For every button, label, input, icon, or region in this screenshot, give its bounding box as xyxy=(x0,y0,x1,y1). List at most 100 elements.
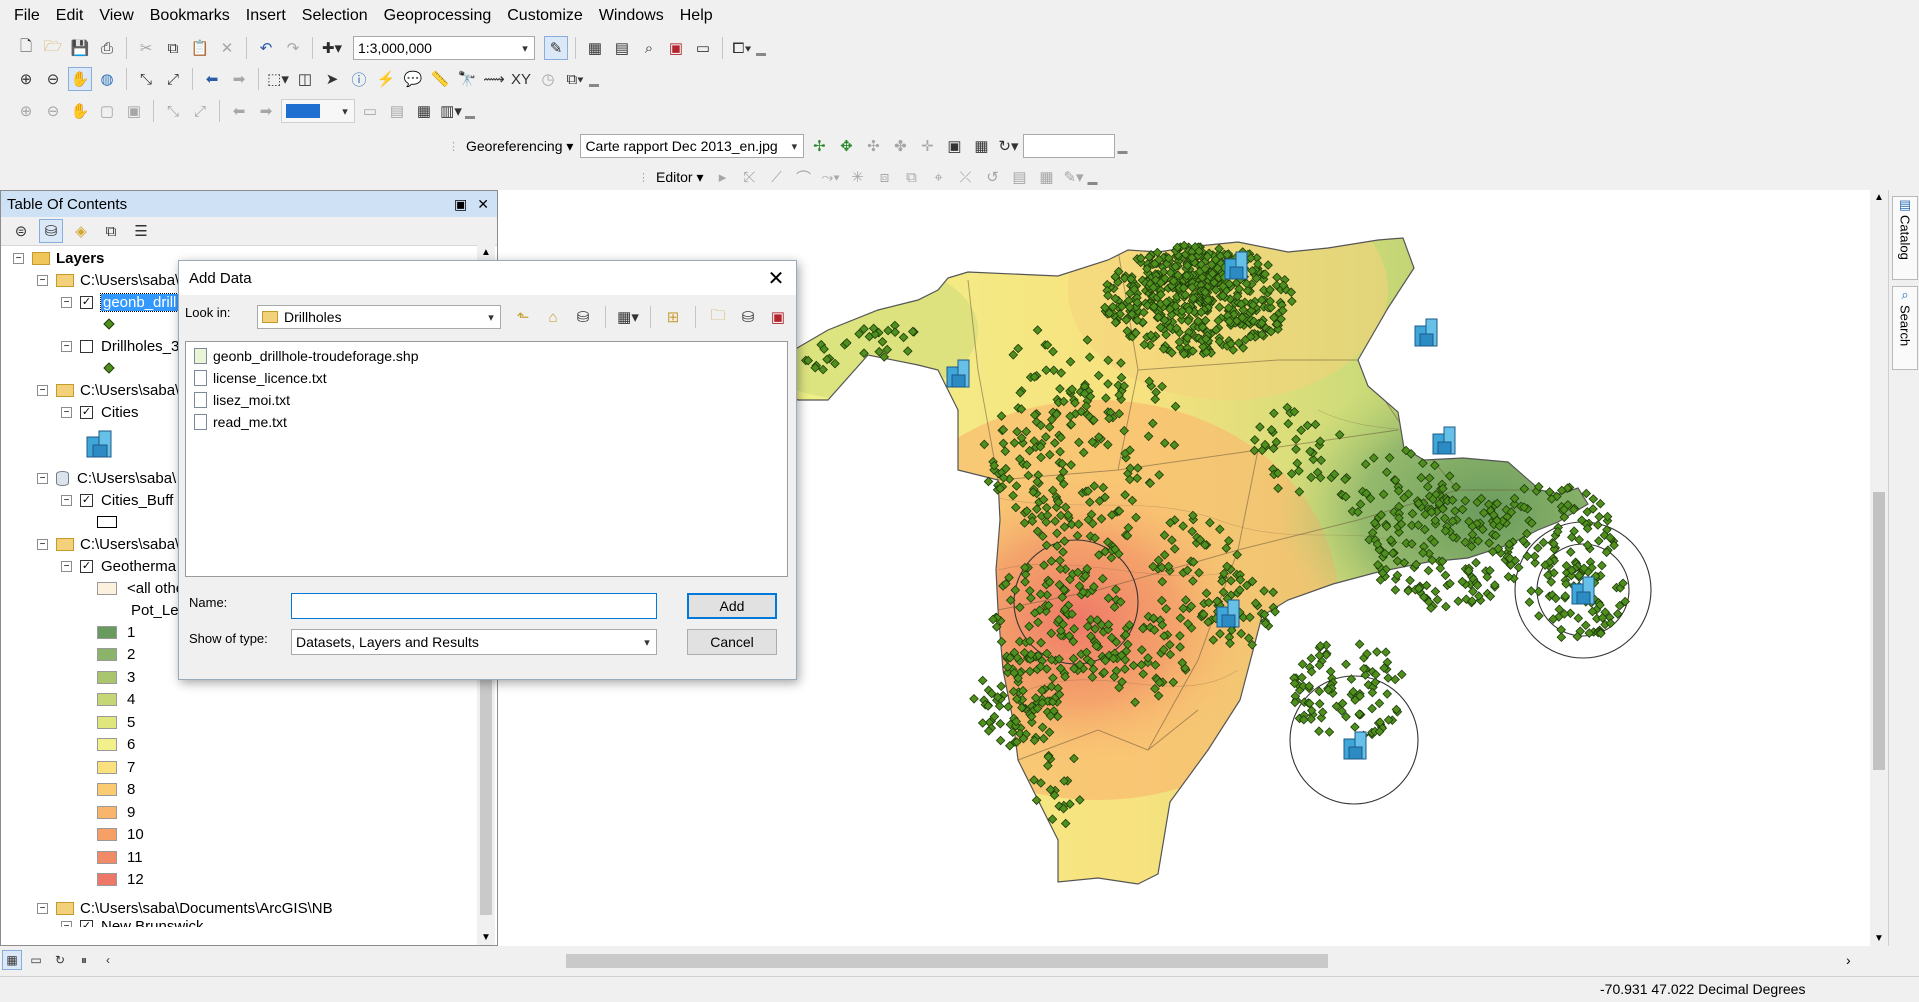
trace-icon[interactable]: ⤳▾ xyxy=(819,165,843,189)
select-features-icon[interactable]: ⬚▾ xyxy=(266,67,290,91)
options-icon[interactable]: ☰ xyxy=(129,219,153,243)
layers-group-row[interactable]: − Layers xyxy=(13,247,104,269)
close-icon[interactable]: ✕ xyxy=(756,266,796,291)
scroll-up-icon[interactable]: ▲ xyxy=(1870,192,1888,203)
menu-selection[interactable]: Selection xyxy=(294,0,376,32)
edit-annotation-icon[interactable]: ⤪ xyxy=(738,165,762,189)
end-point-arc-icon[interactable]: ⌒ xyxy=(792,165,816,189)
collapse-icon[interactable]: − xyxy=(37,472,48,484)
layer-name[interactable]: Cities xyxy=(101,404,139,421)
toolbar-grip[interactable]: ▬ xyxy=(756,37,766,59)
add-control-points-icon[interactable]: ✢ xyxy=(807,134,831,158)
collapse-icon[interactable]: − xyxy=(37,538,48,550)
toolbar-grip[interactable]: ▬ xyxy=(589,68,599,90)
go-to-default-gdb-icon[interactable]: ⛁ xyxy=(571,305,595,329)
viewer-window-icon[interactable]: ⧉▾ xyxy=(563,67,587,91)
point-icon[interactable]: ✳ xyxy=(846,165,870,189)
editor-toolbar-icon[interactable]: ✎ xyxy=(544,36,568,60)
list-by-source-icon[interactable]: ⛁ xyxy=(39,219,63,243)
toolbar-grip[interactable]: ⋮ xyxy=(448,140,459,153)
python-window-icon[interactable]: ▭ xyxy=(691,36,715,60)
toc-folder-row[interactable]: − C:\Users\saba\ xyxy=(37,533,179,555)
list-by-selection-icon[interactable]: ⧉ xyxy=(99,219,123,243)
collapse-icon[interactable]: − xyxy=(61,340,72,352)
undo-icon[interactable]: ↶ xyxy=(254,36,278,60)
layout-fixed-out-icon[interactable]: ⤢ xyxy=(188,99,212,123)
toc-layer-row[interactable]: − ✓ New Brunswick xyxy=(61,915,204,927)
layer-visibility-checkbox[interactable]: ✓ xyxy=(80,295,93,309)
scroll-thumb[interactable] xyxy=(1873,492,1885,770)
menu-insert[interactable]: Insert xyxy=(238,0,294,32)
open-folder-icon[interactable]: 🗁 xyxy=(41,36,65,60)
catalog-icon[interactable]: ▤ xyxy=(610,36,634,60)
data-driven-pages-icon[interactable]: ▥▾ xyxy=(439,99,463,123)
collapse-icon[interactable]: − xyxy=(61,920,72,927)
toolbar-grip[interactable]: ▬ xyxy=(1117,135,1127,157)
menu-edit[interactable]: Edit xyxy=(48,0,92,32)
menu-bookmarks[interactable]: Bookmarks xyxy=(142,0,238,32)
toc-layer-row[interactable]: − ✓ Geotherma xyxy=(61,555,176,577)
cancel-button[interactable]: Cancel xyxy=(687,629,777,655)
paste-icon[interactable]: 📋 xyxy=(188,36,212,60)
zoom-whole-page-icon[interactable]: ▢ xyxy=(95,99,119,123)
layer-name[interactable]: Drillholes_3 xyxy=(101,338,179,355)
link-table-icon[interactable]: ▦ xyxy=(969,134,993,158)
menu-windows[interactable]: Windows xyxy=(591,0,672,32)
auto-hide-icon[interactable]: ▣ xyxy=(454,196,467,213)
toc-layer-row[interactable]: − Drillholes_3 xyxy=(61,335,179,357)
new-document-icon[interactable]: 🗋 xyxy=(14,36,38,60)
find-route-icon[interactable]: ⟿ xyxy=(482,67,506,91)
pause-drawing-icon[interactable]: ⏸ xyxy=(74,950,94,970)
collapse-icon[interactable]: − xyxy=(61,560,72,572)
layer-visibility-checkbox[interactable]: ✓ xyxy=(80,919,93,927)
toolbox-icon[interactable]: ▣ xyxy=(664,36,688,60)
edit-vertices-icon[interactable]: ⧈ xyxy=(873,165,897,189)
html-popup-icon[interactable]: 💬 xyxy=(401,67,425,91)
home-icon[interactable]: ⌂ xyxy=(541,305,565,329)
toc-layer-row[interactable]: − ✓ Cities xyxy=(61,401,139,423)
layer-visibility-checkbox[interactable]: ✓ xyxy=(80,559,93,573)
name-input[interactable] xyxy=(291,593,657,619)
toc-layer-row[interactable]: − ✓ geonb_drill xyxy=(61,291,180,313)
auto-registration-icon[interactable]: ✥ xyxy=(834,134,858,158)
connect-folder-icon[interactable]: ⊞ xyxy=(661,305,685,329)
layout-pan-icon[interactable]: ✋ xyxy=(68,99,92,123)
straight-segment-icon[interactable]: ⟋ xyxy=(765,165,789,189)
scroll-down-icon[interactable]: ▼ xyxy=(477,932,495,943)
search-tab[interactable]: ⌕ Search xyxy=(1892,286,1918,370)
scroll-left-icon[interactable]: ‹ xyxy=(98,950,118,970)
menu-view[interactable]: View xyxy=(91,0,141,32)
layer-name[interactable]: Cities_Buff xyxy=(101,492,173,509)
collapse-icon[interactable]: − xyxy=(61,296,72,308)
toc-layer-row[interactable]: − ✓ Cities_Buff xyxy=(61,489,173,511)
catalog-tab[interactable]: ▤ Catalog xyxy=(1892,196,1918,280)
horizontal-scroll-thumb[interactable] xyxy=(566,954,1328,968)
file-list[interactable]: geonb_drillhole-troudeforage.shp license… xyxy=(185,341,788,577)
layout-zoom-combo[interactable]: ▾ xyxy=(281,99,355,123)
create-features-icon[interactable]: ✎▾ xyxy=(1062,165,1086,189)
new-gdb-icon[interactable]: ⛁ xyxy=(736,305,760,329)
layer-visibility-checkbox[interactable]: ✓ xyxy=(80,493,93,507)
layer-name[interactable]: New Brunswick xyxy=(101,918,204,928)
editor-menu[interactable]: Editor ▾ xyxy=(652,169,708,186)
find-icon[interactable]: 🔭 xyxy=(455,67,479,91)
add-button[interactable]: Add xyxy=(687,593,777,619)
go-to-xy-icon[interactable]: XY xyxy=(509,67,533,91)
rotate-angle-input[interactable] xyxy=(1023,134,1116,158)
layout-zoom-in-icon[interactable]: ⊕ xyxy=(14,99,38,123)
edit-tool-icon[interactable]: ▸ xyxy=(711,165,735,189)
zoom-100-icon[interactable]: ▣ xyxy=(122,99,146,123)
georeferencing-menu[interactable]: Georeferencing ▾ xyxy=(462,138,577,155)
zoom-to-link-icon[interactable]: ✤ xyxy=(888,134,912,158)
print-icon[interactable]: ⎙ xyxy=(95,36,119,60)
layout-back-icon[interactable]: ⬅ xyxy=(227,99,251,123)
pan-icon[interactable]: ✋ xyxy=(68,67,92,91)
layer-name[interactable]: Geotherma xyxy=(101,558,176,575)
toolbar-grip[interactable]: ▬ xyxy=(465,100,475,122)
cut-icon[interactable]: ✂ xyxy=(134,36,158,60)
collapse-icon[interactable]: − xyxy=(37,274,48,286)
data-view-icon[interactable]: ▦ xyxy=(2,950,22,970)
layout-view-icon[interactable]: ▭ xyxy=(26,950,46,970)
view-menu-icon[interactable]: ▦▾ xyxy=(616,305,640,329)
up-one-level-icon[interactable]: ⬑ xyxy=(511,305,535,329)
